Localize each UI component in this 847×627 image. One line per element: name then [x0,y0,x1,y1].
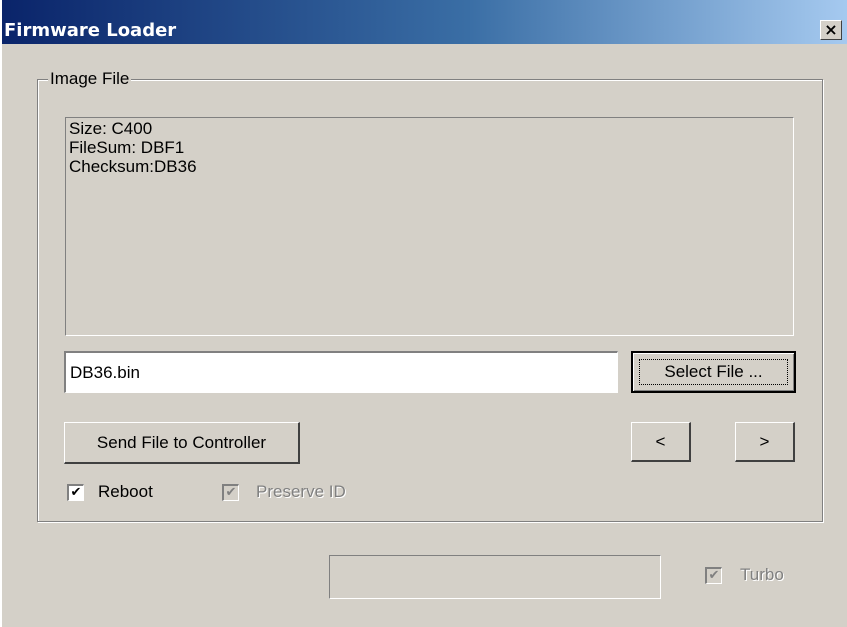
title-bar[interactable]: Firmware Loader × [2,0,847,44]
firmware-loader-window: Firmware Loader × Image File Size: C400 … [0,0,847,627]
progress-bar [329,555,661,599]
file-name-input[interactable] [64,351,618,393]
preserve-id-label[interactable]: Preserve ID [256,482,346,502]
info-size: Size: C400 [69,119,153,138]
send-file-button[interactable]: Send File to Controller [64,422,300,464]
select-file-button[interactable]: Select File ... [631,351,796,393]
window-title: Firmware Loader [4,20,177,41]
select-file-label: Select File ... [639,359,788,385]
info-checksum: Checksum:DB36 [69,157,197,176]
next-button[interactable]: > [735,422,795,462]
preserve-id-checkbox[interactable]: ✔ [222,484,239,501]
file-info-panel: Size: C400 FileSum: DBF1 Checksum:DB36 [65,117,794,336]
close-button[interactable]: × [820,20,842,40]
turbo-label[interactable]: Turbo [740,565,784,585]
reboot-label[interactable]: Reboot [98,482,153,502]
previous-button[interactable]: < [631,422,691,462]
reboot-checkbox[interactable]: ✔ [67,484,84,501]
turbo-checkbox[interactable]: ✔ [705,567,722,584]
info-filesum: FileSum: DBF1 [69,138,185,157]
image-file-group-label: Image File [48,69,132,89]
